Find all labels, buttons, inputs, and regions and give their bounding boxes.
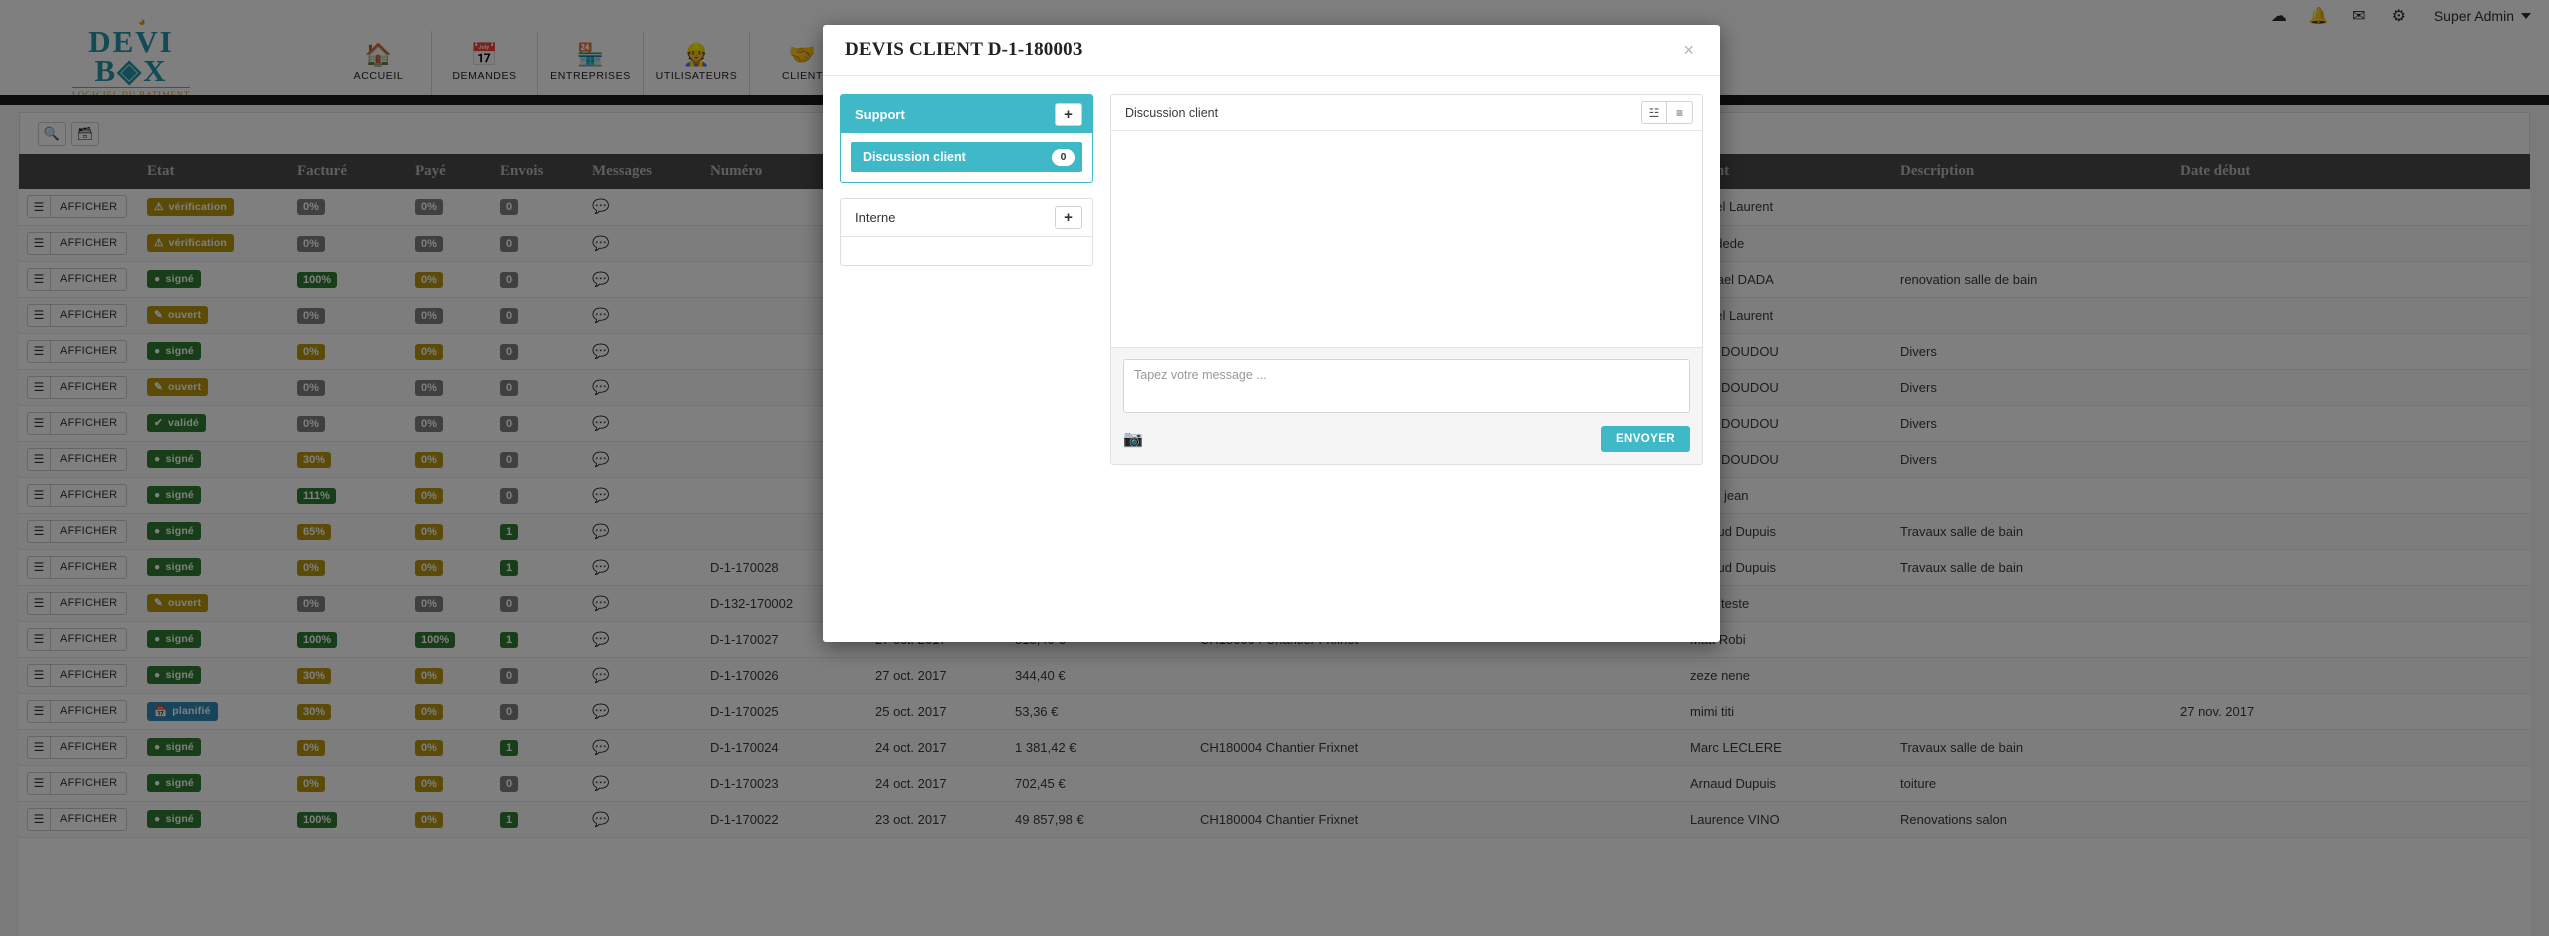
channel-unread-badge: 0 [1052,148,1075,166]
close-icon[interactable]: × [1679,39,1698,61]
interne-panel-header: Interne + [841,199,1092,237]
hamburger-menu-icon[interactable]: ≡ [1667,101,1693,124]
interne-panel-title: Interne [855,210,896,225]
send-button[interactable]: ENVOYER [1600,426,1690,452]
interne-panel: Interne + [840,198,1093,266]
chat-tool-buttons: ☳ ≡ [1641,101,1693,124]
interne-panel-body [841,237,1092,265]
rss-icon[interactable]: ☳ [1641,101,1667,124]
support-panel-body: Discussion client 0 [841,133,1092,182]
chat-messages-area [1111,131,1702,347]
chat-panel: Discussion client ☳ ≡ 📷 ENVOYER [1110,94,1703,465]
modal-title: DEVIS CLIENT D-1-180003 [845,39,1083,60]
add-interne-channel-button[interactable]: + [1055,206,1082,229]
support-panel: Support + Discussion client 0 [840,94,1093,183]
camera-icon[interactable]: 📷 [1123,430,1145,448]
message-input[interactable] [1123,359,1690,413]
channel-item-label: Discussion client [863,150,966,164]
composer-actions: 📷 ENVOYER [1123,426,1690,452]
channel-item-discussion-client[interactable]: Discussion client 0 [851,142,1082,172]
modal-header: DEVIS CLIENT D-1-180003 × [823,25,1720,76]
chat-composer: 📷 ENVOYER [1111,347,1702,464]
chat-header: Discussion client ☳ ≡ [1111,95,1702,131]
support-panel-header: Support + [841,95,1092,133]
chat-title: Discussion client [1125,105,1219,120]
add-support-channel-button[interactable]: + [1055,102,1082,126]
chat-column: Discussion client ☳ ≡ 📷 ENVOYER [1110,94,1703,642]
channels-sidebar: Support + Discussion client 0 Interne + [840,94,1093,642]
devis-client-modal: DEVIS CLIENT D-1-180003 × Support + Disc… [823,25,1720,642]
support-panel-title: Support [855,106,905,122]
modal-body: Support + Discussion client 0 Interne + [823,76,1720,642]
